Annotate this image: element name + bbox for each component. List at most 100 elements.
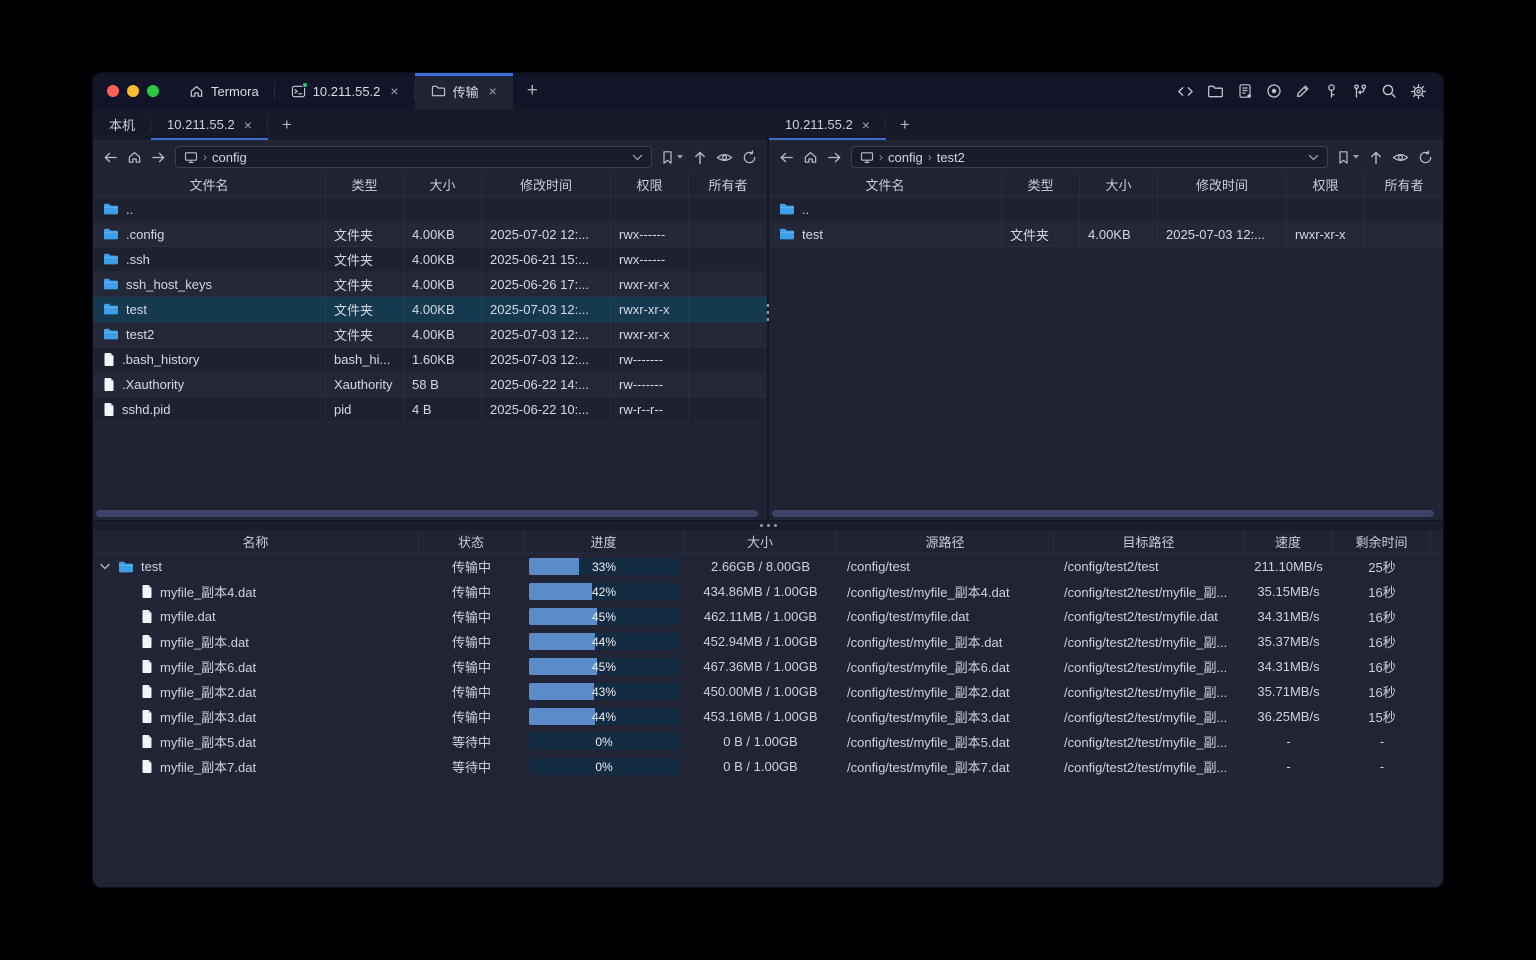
table-row[interactable]: .Xauthority Xauthority 58 B 2025-06-22 1… xyxy=(93,372,767,397)
column-header-owner[interactable]: 所有者 xyxy=(1365,173,1443,196)
column-header-perm[interactable]: 权限 xyxy=(1287,173,1365,196)
minimize-window-button[interactable] xyxy=(127,85,139,97)
zoom-window-button[interactable] xyxy=(147,85,159,97)
transfer-row[interactable]: myfile_副本6.dat 传输中 45% 467.36MB / 1.00GB… xyxy=(93,654,1443,679)
right-horizontal-scrollbar[interactable] xyxy=(772,510,1434,517)
transfer-row[interactable]: myfile_副本.dat 传输中 44% 452.94MB / 1.00GB … xyxy=(93,629,1443,654)
tab-remote-10-211-55-2[interactable]: 10.211.55.2 × xyxy=(151,109,268,140)
home-icon[interactable] xyxy=(803,150,818,165)
table-row[interactable]: test 文件夹 4.00KB 2025-07-03 12:... rwxr-x… xyxy=(769,222,1443,247)
table-row[interactable]: test 文件夹 4.00KB 2025-07-03 12:... rwxr-x… xyxy=(93,297,767,322)
path-segment[interactable]: config xyxy=(888,150,923,165)
show-hidden-eye-icon[interactable] xyxy=(716,151,733,164)
progress-label: 0% xyxy=(529,758,679,775)
cell-owner xyxy=(689,372,767,397)
column-header-progress[interactable]: 进度 xyxy=(524,530,684,553)
bookmark-dropdown-icon[interactable] xyxy=(676,154,684,160)
column-header-target[interactable]: 目标路径 xyxy=(1054,530,1244,553)
table-row[interactable]: .. xyxy=(93,197,767,222)
chevron-down-icon[interactable] xyxy=(1308,154,1319,161)
table-row[interactable]: sshd.pid pid 4 B 2025-06-22 10:... rw-r-… xyxy=(93,397,767,422)
search-icon[interactable] xyxy=(1381,83,1397,99)
back-icon[interactable] xyxy=(779,151,794,164)
forward-icon[interactable] xyxy=(151,151,166,164)
transfer-row[interactable]: myfile_副本4.dat 传输中 42% 434.86MB / 1.00GB… xyxy=(93,579,1443,604)
transfer-row[interactable]: myfile.dat 传输中 45% 462.11MB / 1.00GB /co… xyxy=(93,604,1443,629)
left-path-breadcrumb[interactable]: › config xyxy=(175,146,652,168)
column-header-mtime[interactable]: 修改时间 xyxy=(1158,173,1287,196)
refresh-icon[interactable] xyxy=(742,150,757,165)
folder-icon[interactable] xyxy=(1207,84,1224,99)
table-row[interactable]: .ssh 文件夹 4.00KB 2025-06-21 15:... rwx---… xyxy=(93,247,767,272)
tab-termora[interactable]: Termora xyxy=(173,73,275,109)
tab-remote-10-211-55-2[interactable]: 10.211.55.2 × xyxy=(769,109,886,140)
close-tab-icon[interactable]: × xyxy=(390,83,398,99)
close-window-button[interactable] xyxy=(107,85,119,97)
new-panel-tab-button[interactable]: + xyxy=(268,109,306,140)
transfer-row[interactable]: myfile_副本7.dat 等待中 0% 0 B / 1.00GB /conf… xyxy=(93,754,1443,779)
record-icon[interactable] xyxy=(1266,83,1282,99)
column-header-type[interactable]: 类型 xyxy=(1002,173,1080,196)
edit-icon[interactable] xyxy=(1295,83,1311,99)
show-hidden-eye-icon[interactable] xyxy=(1392,151,1409,164)
home-icon[interactable] xyxy=(127,150,142,165)
path-segment[interactable]: test2 xyxy=(937,150,965,165)
cell-status: 等待中 xyxy=(419,754,524,779)
table-row[interactable]: .. xyxy=(769,197,1443,222)
column-header-status[interactable]: 状态 xyxy=(419,530,524,553)
close-tab-icon[interactable]: × xyxy=(489,83,497,99)
table-row[interactable]: .config 文件夹 4.00KB 2025-07-02 12:... rwx… xyxy=(93,222,767,247)
transfer-row[interactable]: test 传输中 33% 2.66GB / 8.00GB /config/tes… xyxy=(93,554,1443,579)
transfer-row[interactable]: myfile_副本2.dat 传输中 43% 450.00MB / 1.00GB… xyxy=(93,679,1443,704)
right-path-breadcrumb[interactable]: › config › test2 xyxy=(851,146,1328,168)
column-header-name[interactable]: 名称 xyxy=(93,530,419,553)
close-tab-icon[interactable]: × xyxy=(862,117,870,133)
transfer-row[interactable]: myfile_副本3.dat 传输中 44% 453.16MB / 1.00GB… xyxy=(93,704,1443,729)
expand-chevron-icon[interactable] xyxy=(99,563,111,570)
close-tab-icon[interactable]: × xyxy=(244,117,252,133)
transfer-row[interactable]: myfile_副本5.dat 等待中 0% 0 B / 1.00GB /conf… xyxy=(93,729,1443,754)
column-header-size[interactable]: 大小 xyxy=(1080,173,1158,196)
column-header-perm[interactable]: 权限 xyxy=(611,173,689,196)
refresh-icon[interactable] xyxy=(1418,150,1433,165)
cell-size: 2.66GB / 8.00GB xyxy=(684,554,837,579)
column-header-mtime[interactable]: 修改时间 xyxy=(482,173,611,196)
log-icon[interactable] xyxy=(1237,83,1253,99)
bookmark-dropdown-icon[interactable] xyxy=(1352,154,1360,160)
table-row[interactable]: .bash_history bash_hi... 1.60KB 2025-07-… xyxy=(93,347,767,372)
table-row[interactable]: ssh_host_keys 文件夹 4.00KB 2025-06-26 17:.… xyxy=(93,272,767,297)
column-header-size[interactable]: 大小 xyxy=(404,173,482,196)
column-header-size[interactable]: 大小 xyxy=(684,530,837,553)
column-header-filename[interactable]: 文件名 xyxy=(93,173,326,196)
chevron-down-icon[interactable] xyxy=(632,154,643,161)
transfer-splitter[interactable] xyxy=(93,520,1443,530)
path-segment[interactable]: config xyxy=(212,150,247,165)
left-horizontal-scrollbar[interactable] xyxy=(96,510,758,517)
cell-type xyxy=(326,197,404,222)
back-icon[interactable] xyxy=(103,151,118,164)
forward-icon[interactable] xyxy=(827,151,842,164)
tab-local[interactable]: 本机 xyxy=(93,109,151,140)
bookmark-icon[interactable] xyxy=(1337,150,1350,165)
new-panel-tab-button[interactable]: + xyxy=(886,109,924,140)
column-header-source[interactable]: 源路径 xyxy=(837,530,1054,553)
cell-status: 传输中 xyxy=(419,629,524,654)
column-header-type[interactable]: 类型 xyxy=(326,173,404,196)
column-header-eta[interactable]: 剩余时间 xyxy=(1333,530,1431,553)
settings-gear-icon[interactable] xyxy=(1410,83,1427,100)
key-icon[interactable] xyxy=(1324,83,1339,99)
tab-ssh-10-211-55-2[interactable]: 10.211.55.2 × xyxy=(275,73,415,109)
bookmark-icon[interactable] xyxy=(661,150,674,165)
branch-icon[interactable] xyxy=(1352,83,1368,99)
tab-label: 10.211.55.2 xyxy=(785,117,853,132)
parent-directory-icon[interactable] xyxy=(1369,150,1383,165)
column-header-owner[interactable]: 所有者 xyxy=(689,173,767,196)
parent-directory-icon[interactable] xyxy=(693,150,707,165)
new-tab-button[interactable]: + xyxy=(513,73,552,109)
column-header-filename[interactable]: 文件名 xyxy=(769,173,1002,196)
tab-transfer[interactable]: 传输 × xyxy=(415,73,513,109)
cell-name: test xyxy=(141,559,162,574)
column-header-speed[interactable]: 速度 xyxy=(1244,530,1333,553)
table-row[interactable]: test2 文件夹 4.00KB 2025-07-03 12:... rwxr-… xyxy=(93,322,767,347)
code-icon[interactable] xyxy=(1177,84,1194,99)
